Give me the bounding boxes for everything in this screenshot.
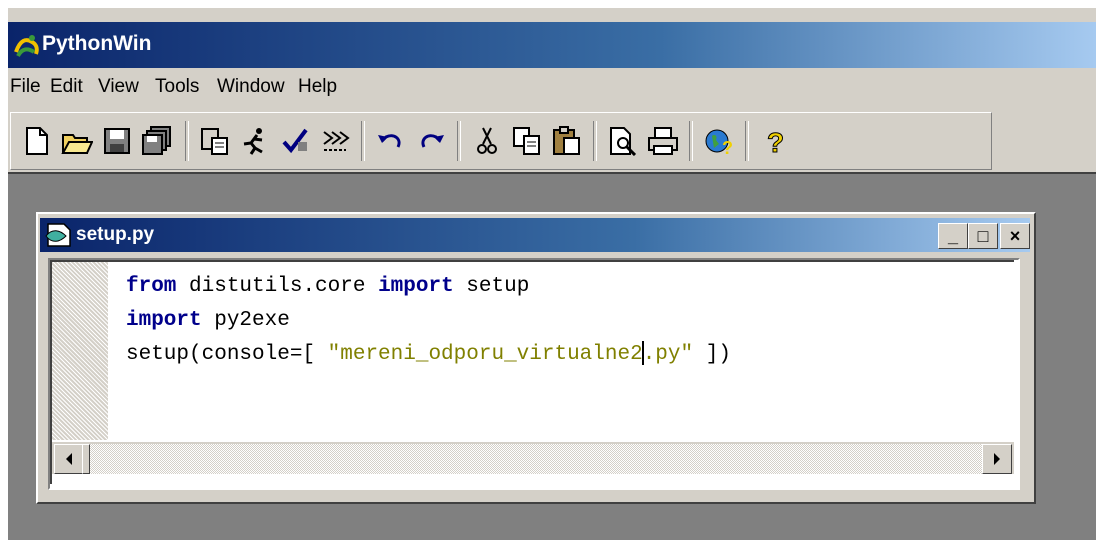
svg-text:?: ? [722, 138, 733, 156]
copy-icon[interactable] [509, 123, 545, 159]
editor-window: setup.py _ □ × from distutils.core impor… [36, 212, 1036, 504]
minimize-button[interactable]: _ [938, 223, 968, 249]
help-icon[interactable]: ? [701, 123, 737, 159]
context-help-icon[interactable]: ? [757, 123, 793, 159]
check-icon[interactable] [277, 123, 313, 159]
scroll-left-icon[interactable] [54, 444, 84, 474]
save-all-icon[interactable] [139, 123, 175, 159]
string-token: "mereni_odporu_virtualne2 [327, 343, 643, 366]
toolbar-separator [185, 121, 189, 161]
editor-title-bar[interactable]: setup.py _ □ × [40, 218, 1030, 252]
app-title-bar[interactable]: PythonWin [8, 22, 1096, 68]
new-file-icon[interactable] [19, 123, 55, 159]
toolbar-separator [593, 121, 597, 161]
scroll-thumb[interactable] [82, 444, 90, 474]
code-token: py2exe [201, 309, 290, 332]
undo-icon[interactable] [373, 123, 409, 159]
editor-frame: from distutils.core import setup import p… [48, 258, 1020, 490]
toolbar: ? ? [10, 112, 992, 170]
svg-text:?: ? [767, 127, 784, 156]
open-file-icon[interactable] [59, 123, 95, 159]
line-gutter [52, 262, 108, 440]
close-button[interactable]: × [1000, 223, 1030, 249]
code-token: ]) [693, 343, 731, 366]
code-token: setup [453, 275, 530, 298]
mdi-workspace: setup.py _ □ × from distutils.core impor… [8, 172, 1096, 540]
keyword-token: import [126, 309, 202, 332]
keyword-token: from [126, 275, 177, 298]
code-line[interactable]: import py2exe [126, 304, 731, 338]
horizontal-scrollbar[interactable] [52, 442, 1014, 474]
code-area[interactable]: from distutils.core import setup import p… [126, 270, 731, 372]
save-icon[interactable] [99, 123, 135, 159]
menu-view[interactable]: View [98, 76, 139, 98]
toolbar-separator [689, 121, 693, 161]
python-logo-icon [14, 35, 39, 58]
scroll-track[interactable] [82, 444, 984, 474]
redo-icon[interactable] [413, 123, 449, 159]
menu-tools[interactable]: Tools [155, 76, 199, 98]
code-token: distutils.core [176, 275, 379, 298]
code-token: setup(console=[ [126, 343, 328, 366]
code-line[interactable]: from distutils.core import setup [126, 270, 731, 304]
print-preview-icon[interactable] [605, 123, 641, 159]
cut-icon[interactable] [469, 123, 505, 159]
toolbar-separator [457, 121, 461, 161]
pythonwin-app: PythonWin File Edit View Tools Window He… [8, 8, 1096, 540]
python-file-icon [45, 223, 71, 247]
toolbar-separator [361, 121, 365, 161]
scroll-right-icon[interactable] [982, 444, 1012, 474]
paste-icon[interactable] [197, 123, 233, 159]
app-title: PythonWin [42, 32, 152, 55]
string-token: .py" [642, 343, 694, 366]
code-line[interactable]: setup(console=[ "mereni_odporu_virtualne… [126, 338, 731, 372]
maximize-button[interactable]: □ [968, 223, 998, 249]
menu-bar: File Edit View Tools Window Help [8, 68, 1096, 108]
menu-edit[interactable]: Edit [50, 76, 83, 98]
editor-title: setup.py [76, 224, 155, 245]
print-icon[interactable] [645, 123, 681, 159]
menu-file[interactable]: File [10, 76, 41, 98]
paste-clipboard-icon[interactable] [549, 123, 585, 159]
keyword-token: import [378, 275, 454, 298]
import-icon[interactable] [317, 123, 353, 159]
menu-help[interactable]: Help [298, 76, 337, 98]
code-editor[interactable]: from distutils.core import setup import p… [50, 260, 1014, 484]
run-icon[interactable] [237, 123, 273, 159]
toolbar-separator [745, 121, 749, 161]
menu-window[interactable]: Window [217, 76, 285, 98]
